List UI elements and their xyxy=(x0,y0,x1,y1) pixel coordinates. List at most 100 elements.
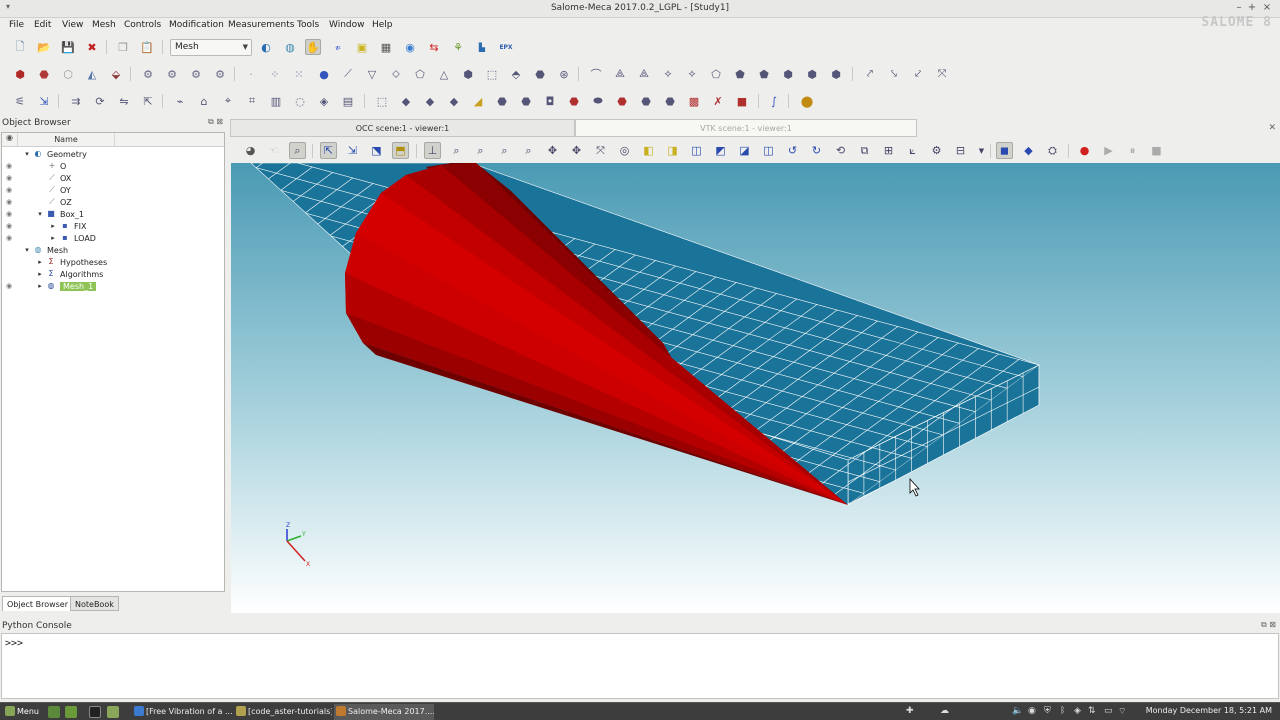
symmetry-icon[interactable]: ⇋ xyxy=(116,93,132,109)
rect-select-icon[interactable]: ⇲ xyxy=(344,142,361,159)
pan-icon[interactable]: ✥ xyxy=(544,142,561,159)
volume-icon[interactable]: 🔈 xyxy=(1012,706,1023,716)
tree-item[interactable]: ◉ ⟋ OX xyxy=(2,173,224,185)
split-biquad-icon[interactable]: ✗ xyxy=(710,93,726,109)
quadratic-icon[interactable]: ⊛ xyxy=(556,66,572,82)
fit-all-icon[interactable]: ⌕ xyxy=(448,142,465,159)
taskbar-window-2[interactable]: [code_aster-tutorials] xyxy=(234,704,332,720)
tray-plus-icon[interactable]: ✚ xyxy=(906,706,914,716)
fit-selection-icon[interactable]: ⌕ xyxy=(496,142,513,159)
expand-icon[interactable]: ▸ xyxy=(36,270,44,278)
convert-quad-icon[interactable]: ⬣ xyxy=(518,93,534,109)
close-panel-icon[interactable]: ⊠ xyxy=(216,117,223,126)
tree-item[interactable]: ▾ ◍ Mesh xyxy=(2,245,224,257)
record-tray-icon[interactable]: ◉ xyxy=(1028,706,1036,716)
taskbar-window-1[interactable]: [Free Vibration of a ... xyxy=(132,704,232,720)
tab-occ-viewer[interactable]: OCC scene:1 - viewer:1 xyxy=(230,119,575,137)
menu-edit[interactable]: Edit xyxy=(34,20,51,30)
plugin-icon[interactable]: ⬤ xyxy=(799,93,815,109)
rotation-icon[interactable]: ⟳ xyxy=(92,93,108,109)
menu-measurements[interactable]: Measurements xyxy=(228,20,294,30)
eye-icon[interactable]: ◉ xyxy=(6,234,12,242)
tree-column-name[interactable]: Name xyxy=(18,135,114,144)
right-view-icon[interactable]: ◫ xyxy=(760,142,777,159)
python-console-input[interactable]: >>> xyxy=(1,633,1279,699)
scale-mesh-icon[interactable]: ⬣ xyxy=(614,93,630,109)
epx-module-icon[interactable]: EPX xyxy=(498,39,514,55)
copy-icon[interactable]: ❐ xyxy=(115,39,131,55)
tray-cloud-icon[interactable]: ☁ xyxy=(940,706,949,716)
selection-icon[interactable]: ⇱ xyxy=(320,142,337,159)
tree-item[interactable]: ◉ + O xyxy=(2,161,224,173)
group-edit-icon[interactable]: ⚙ xyxy=(188,66,204,82)
pattern-icon[interactable]: ⬣ xyxy=(494,93,510,109)
aster-module-icon[interactable]: ✋ xyxy=(305,39,321,55)
expand-icon[interactable]: ▸ xyxy=(49,222,57,230)
battery-icon[interactable]: ▭ xyxy=(1104,706,1113,716)
remove-orphan-icon[interactable]: ⤦ xyxy=(910,66,926,82)
bluetooth-icon[interactable]: ᛒ xyxy=(1060,706,1065,716)
reorient-icon[interactable]: ⬣ xyxy=(662,93,678,109)
split-volumes-icon[interactable]: ⬚ xyxy=(374,93,390,109)
cutting-icon[interactable]: ▤ xyxy=(340,93,356,109)
maximize-icon[interactable]: + xyxy=(1246,2,1258,13)
stop-icon[interactable]: ■ xyxy=(1148,142,1165,159)
menu-mesh[interactable]: Mesh xyxy=(92,20,116,30)
add-0d-icon[interactable]: ⁙ xyxy=(291,66,307,82)
tree-item-selected[interactable]: ◉ ▸ ◍ Mesh_1 xyxy=(2,281,224,293)
quad-poly-icon[interactable]: ⟡ xyxy=(660,66,676,82)
union-triangles-icon[interactable]: ▥ xyxy=(268,93,284,109)
wireframe-icon[interactable]: ◆ xyxy=(1020,142,1037,159)
homard-icon[interactable]: ◉ xyxy=(402,39,418,55)
uniting-icon[interactable]: ◈ xyxy=(316,93,332,109)
quad-prism-icon[interactable]: ⬢ xyxy=(780,66,796,82)
top-view-icon[interactable]: ◫ xyxy=(688,142,705,159)
clear-mesh-icon[interactable]: ⤧ xyxy=(934,66,950,82)
nvidia-icon[interactable]: ◈ xyxy=(1074,706,1081,716)
terminal-launcher-icon[interactable] xyxy=(65,706,77,718)
zoom-icon[interactable]: ⌕ xyxy=(520,142,537,159)
tab-vtk-viewer[interactable]: VTK scene:1 - viewer:1 xyxy=(575,119,917,137)
menu-help[interactable]: Help xyxy=(372,20,393,30)
tab-object-browser[interactable]: Object Browser xyxy=(2,596,74,611)
shading-icon[interactable]: ◼ xyxy=(996,142,1013,159)
smoothing-icon[interactable]: ◆ xyxy=(398,93,414,109)
quad-tetra-icon[interactable]: ⟡ xyxy=(684,66,700,82)
scene-canvas[interactable]: Z Y X xyxy=(231,163,1280,613)
quad-triangle-icon[interactable]: ⟁ xyxy=(612,66,628,82)
files-launcher-icon[interactable] xyxy=(107,706,119,718)
hexa-icon[interactable]: ⬢ xyxy=(460,66,476,82)
dump-view-icon[interactable]: ◕ xyxy=(242,142,259,159)
close-study-icon[interactable]: ✖ xyxy=(84,39,100,55)
left-view-icon[interactable]: ◪ xyxy=(736,142,753,159)
wifi-icon[interactable]: ⌔ xyxy=(1118,706,1126,717)
quad-pyramid-icon[interactable]: ⬠ xyxy=(708,66,724,82)
jobmanager-icon[interactable]: ▦ xyxy=(378,39,394,55)
orientation-icon[interactable]: ◌ xyxy=(292,93,308,109)
yacs-icon[interactable]: ▣ xyxy=(354,39,370,55)
create-mesh-icon[interactable]: ⬢ xyxy=(12,66,28,82)
triangle-icon[interactable]: ▽ xyxy=(364,66,380,82)
show-desktop-icon[interactable] xyxy=(48,706,60,718)
eye-icon[interactable]: ◉ xyxy=(6,162,12,170)
change-rotation-point-icon[interactable]: ⤧ xyxy=(592,142,609,159)
front-view-icon[interactable]: ◧ xyxy=(640,142,657,159)
group-icon[interactable]: ⚙ xyxy=(140,66,156,82)
create-2d-icon[interactable]: ◘ xyxy=(542,93,558,109)
clipping-icon[interactable]: ⊟ xyxy=(952,142,969,159)
menu-view[interactable]: View xyxy=(62,20,83,30)
poly-select-icon[interactable]: ⬔ xyxy=(368,142,385,159)
back-view-icon[interactable]: ◨ xyxy=(664,142,681,159)
revolution-icon[interactable]: ◢ xyxy=(470,93,486,109)
tree-item[interactable]: ◉ ▸ ▪ LOAD xyxy=(2,233,224,245)
rotate-icon[interactable]: ◎ xyxy=(616,142,633,159)
visibility-column-icon[interactable]: ◉ xyxy=(2,133,18,146)
close-icon[interactable]: × xyxy=(1261,2,1273,13)
scaling-icon[interactable]: ⊞ xyxy=(880,142,897,159)
node-icon[interactable]: · xyxy=(243,66,259,82)
start-menu-button[interactable]: Menu xyxy=(2,704,42,720)
cut-quad-icon[interactable]: ▩ xyxy=(686,93,702,109)
select-icon[interactable]: ⇲ xyxy=(36,93,52,109)
quad-icon[interactable]: ⬦ xyxy=(388,66,404,82)
paravis-icon[interactable]: 𝓋 xyxy=(330,39,346,55)
